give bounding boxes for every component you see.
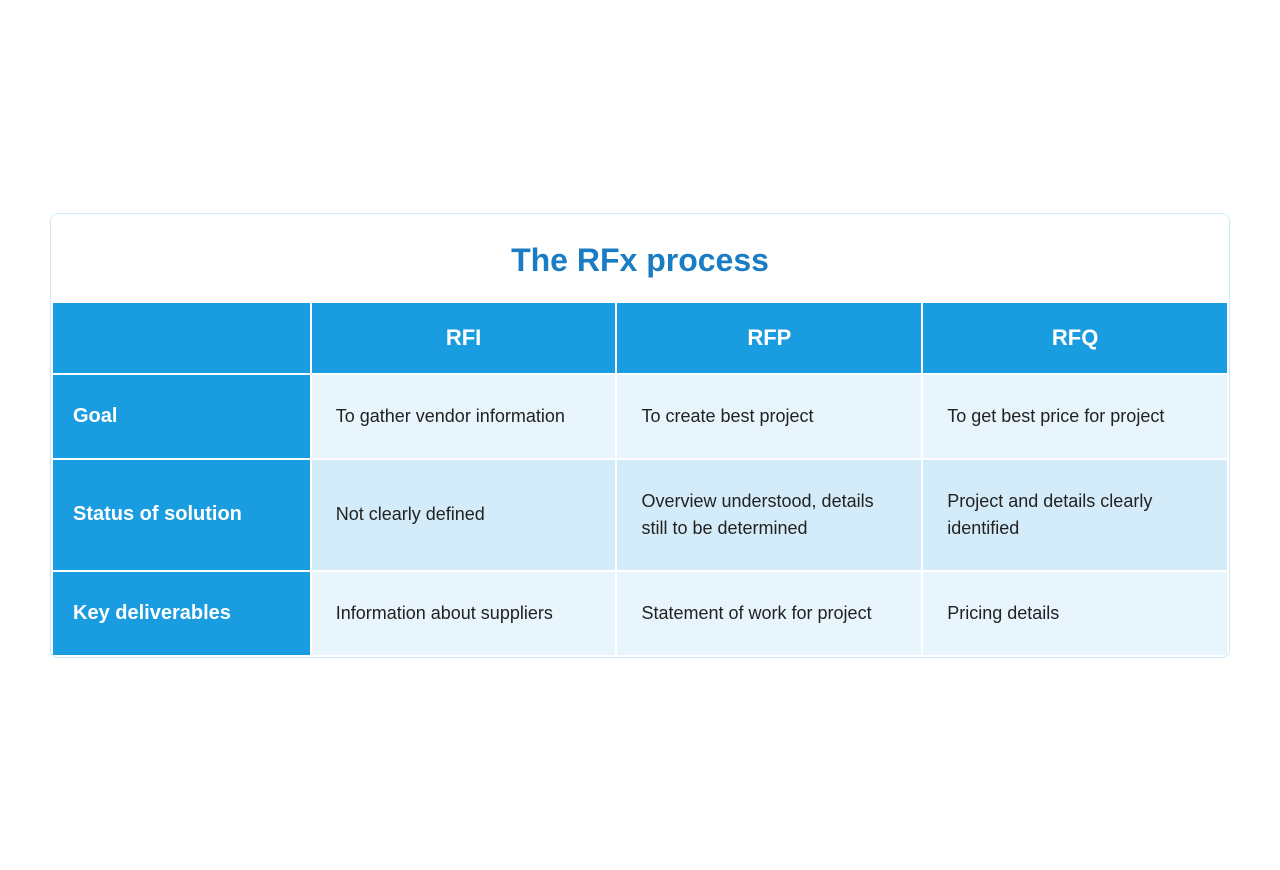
header-col2: RFI: [311, 302, 617, 374]
rfx-table-container: The RFx process RFI RFP RFQ GoalTo gathe…: [50, 213, 1230, 658]
cell-rfp-1: Overview understood, details still to be…: [616, 459, 922, 571]
table-row: Status of solutionNot clearly definedOve…: [52, 459, 1228, 571]
page-title: The RFx process: [511, 242, 769, 278]
row-label-1: Status of solution: [52, 459, 311, 571]
cell-rfi-0: To gather vendor information: [311, 374, 617, 459]
header-col1: [52, 302, 311, 374]
cell-rfp-2: Statement of work for project: [616, 571, 922, 656]
row-label-0: Goal: [52, 374, 311, 459]
table-row: Key deliverablesInformation about suppli…: [52, 571, 1228, 656]
header-col3: RFP: [616, 302, 922, 374]
cell-rfp-0: To create best project: [616, 374, 922, 459]
title-row: The RFx process: [51, 214, 1229, 301]
cell-rfi-2: Information about suppliers: [311, 571, 617, 656]
table-row: GoalTo gather vendor informationTo creat…: [52, 374, 1228, 459]
row-label-2: Key deliverables: [52, 571, 311, 656]
cell-rfq-2: Pricing details: [922, 571, 1228, 656]
header-col4: RFQ: [922, 302, 1228, 374]
rfx-table: RFI RFP RFQ GoalTo gather vendor informa…: [51, 301, 1229, 657]
cell-rfi-1: Not clearly defined: [311, 459, 617, 571]
cell-rfq-0: To get best price for project: [922, 374, 1228, 459]
cell-rfq-1: Project and details clearly identified: [922, 459, 1228, 571]
table-header-row: RFI RFP RFQ: [52, 302, 1228, 374]
